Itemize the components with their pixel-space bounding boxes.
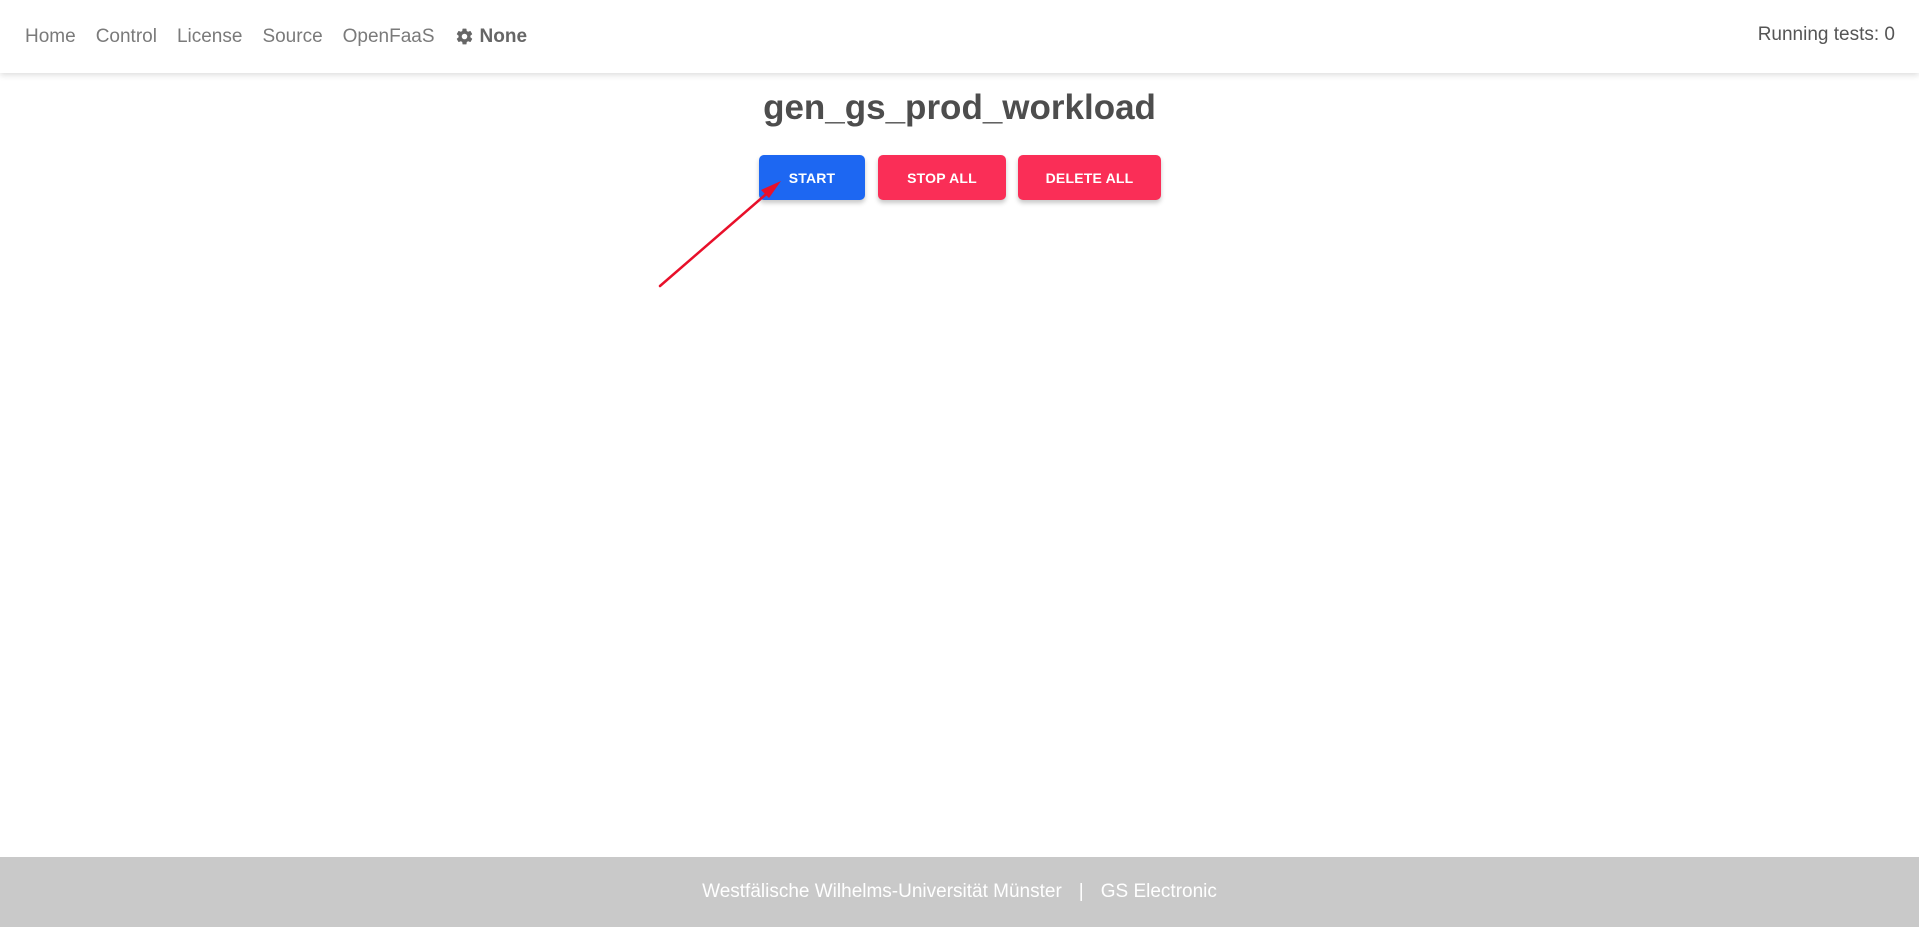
running-tests-counter: Running tests: 0 [1757,24,1895,45]
footer: Westfälische Wilhelms-Universität Münste… [0,857,1919,927]
footer-company: GS Electronic [1100,881,1217,902]
annotation-arrow-icon [658,181,781,288]
delete-all-button[interactable]: DELETE ALL [1018,155,1161,200]
footer-university: Westfälische Wilhelms-Universität Münste… [702,881,1062,902]
settings-menu[interactable]: None [455,25,528,48]
page-title: gen_gs_prod_workload [763,88,1156,127]
start-button[interactable]: START [759,155,865,200]
gear-icon [456,28,472,45]
nav-link-home[interactable]: Home [25,26,76,48]
stop-all-button[interactable]: STOP ALL [878,155,1006,200]
nav-link-source[interactable]: Source [262,26,322,48]
top-navbar: Home Control License Source OpenFaaS Non… [0,0,1919,73]
footer-separator: | [1078,881,1084,902]
settings-label: None [479,25,528,47]
nav-links: Home Control License Source OpenFaaS Non… [0,26,527,48]
nav-link-control[interactable]: Control [96,26,157,48]
nav-link-license[interactable]: License [177,26,243,48]
nav-link-openfaas[interactable]: OpenFaaS [343,26,435,48]
